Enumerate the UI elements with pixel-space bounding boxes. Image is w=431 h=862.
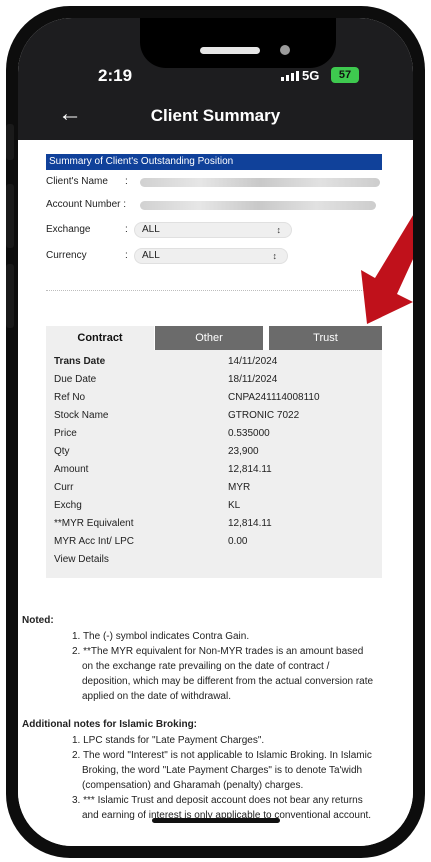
row-label: Trans Date xyxy=(54,356,106,367)
main-content: Summary of Client's Outstanding Position… xyxy=(18,140,413,846)
status-time: 2:19 xyxy=(98,66,133,85)
currency-select[interactable]: ALL ↕ xyxy=(134,248,288,264)
exchange-label: Exchange xyxy=(46,224,91,235)
row-label: Due Date xyxy=(54,374,97,385)
row-value: 14/11/2024 xyxy=(228,356,278,367)
row-value: CNPA241114008110 xyxy=(228,392,320,403)
row-label: **MYR Equivalent xyxy=(54,518,134,529)
account-number-redacted xyxy=(140,201,376,210)
row-value: 0.00 xyxy=(228,536,248,547)
client-name-colon: : xyxy=(125,176,128,187)
summary-header: Summary of Client's Outstanding Position xyxy=(46,154,382,170)
divider xyxy=(46,290,386,291)
exchange-value: ALL xyxy=(142,224,160,235)
app-bar: ← Client Summary xyxy=(18,92,413,140)
row-value: KL xyxy=(228,500,241,511)
chevron-updown-icon: ↕ xyxy=(276,225,282,235)
contract-details: Trans Date 14/11/2024 Due Date 18/11/202… xyxy=(46,350,382,578)
battery-icon: 57 xyxy=(331,67,359,83)
view-details-link[interactable]: View Details xyxy=(54,554,109,565)
row-value: 18/11/2024 xyxy=(228,374,278,385)
row-label: Qty xyxy=(54,446,70,457)
phone-frame: 2:19 5G 57 ← Client Summary Summary of C… xyxy=(6,6,425,858)
row-label: Price xyxy=(54,428,77,439)
currency-colon: : xyxy=(125,250,128,261)
currency-value: ALL xyxy=(142,250,160,261)
client-name-redacted xyxy=(140,178,380,187)
row-label: Stock Name xyxy=(54,410,109,421)
row-value: 0.535000 xyxy=(228,428,270,439)
volume-up-button xyxy=(6,184,14,248)
islamic-item: 3. *** Islamic Trust and deposit account… xyxy=(72,795,363,806)
status-bar: 2:19 5G 57 xyxy=(18,18,413,92)
exchange-colon: : xyxy=(125,224,128,235)
camera-dot xyxy=(280,45,290,55)
islamic-item: (compensation) and Gharamah (penalty) ch… xyxy=(82,780,304,791)
noted-item: applied on the date of withdrawal. xyxy=(82,691,231,702)
islamic-title: Additional notes for Islamic Broking: xyxy=(22,719,198,730)
row-value: GTRONIC 7022 xyxy=(228,410,300,421)
speaker-pill xyxy=(200,47,260,54)
dynamic-island xyxy=(140,18,336,68)
row-value: MYR xyxy=(228,482,251,493)
row-label: Curr xyxy=(54,482,74,493)
islamic-item: Broking, the word "Late Payment Charges"… xyxy=(82,765,363,776)
row-label: Exchg xyxy=(54,500,82,511)
noted-item: 1. The (-) symbol indicates Contra Gain. xyxy=(72,631,250,642)
row-value: 23,900 xyxy=(228,446,259,457)
tab-other[interactable]: Other xyxy=(155,326,263,350)
volume-down-button xyxy=(6,264,14,328)
islamic-item: 2. The word "Interest" is not applicable… xyxy=(72,750,372,761)
noted-title: Noted: xyxy=(22,615,54,626)
signal-icon xyxy=(281,71,299,81)
noted-item: deposition, which may be different from … xyxy=(82,676,374,687)
red-arrow-icon xyxy=(361,215,413,324)
network-label: 5G xyxy=(302,68,320,83)
noted-item: on the exchange rate prevailing on the d… xyxy=(82,661,330,672)
mute-switch xyxy=(6,124,14,160)
row-label: Amount xyxy=(54,464,89,475)
row-label: Ref No xyxy=(54,392,86,403)
page-title: Client Summary xyxy=(150,106,281,125)
row-label: MYR Acc Int/ LPC xyxy=(54,536,135,547)
tab-trust[interactable]: Trust xyxy=(269,326,382,350)
noted-item: 2. **The MYR equivalent for Non-MYR trad… xyxy=(72,646,364,657)
chevron-updown-icon: ↕ xyxy=(272,251,278,261)
home-indicator[interactable] xyxy=(152,818,280,823)
phone-screen: 2:19 5G 57 ← Client Summary Summary of C… xyxy=(18,18,413,846)
account-number-label: Account Number : xyxy=(46,199,127,210)
islamic-item: 1. LPC stands for "Late Payment Charges"… xyxy=(72,735,265,746)
row-value: 12,814.11 xyxy=(228,518,272,529)
row-value: 12,814.11 xyxy=(228,464,272,475)
tab-contract[interactable]: Contract xyxy=(46,326,154,350)
client-name-label: Client's Name xyxy=(46,176,108,187)
currency-label: Currency xyxy=(46,250,87,261)
exchange-select[interactable]: ALL ↕ xyxy=(134,222,292,238)
